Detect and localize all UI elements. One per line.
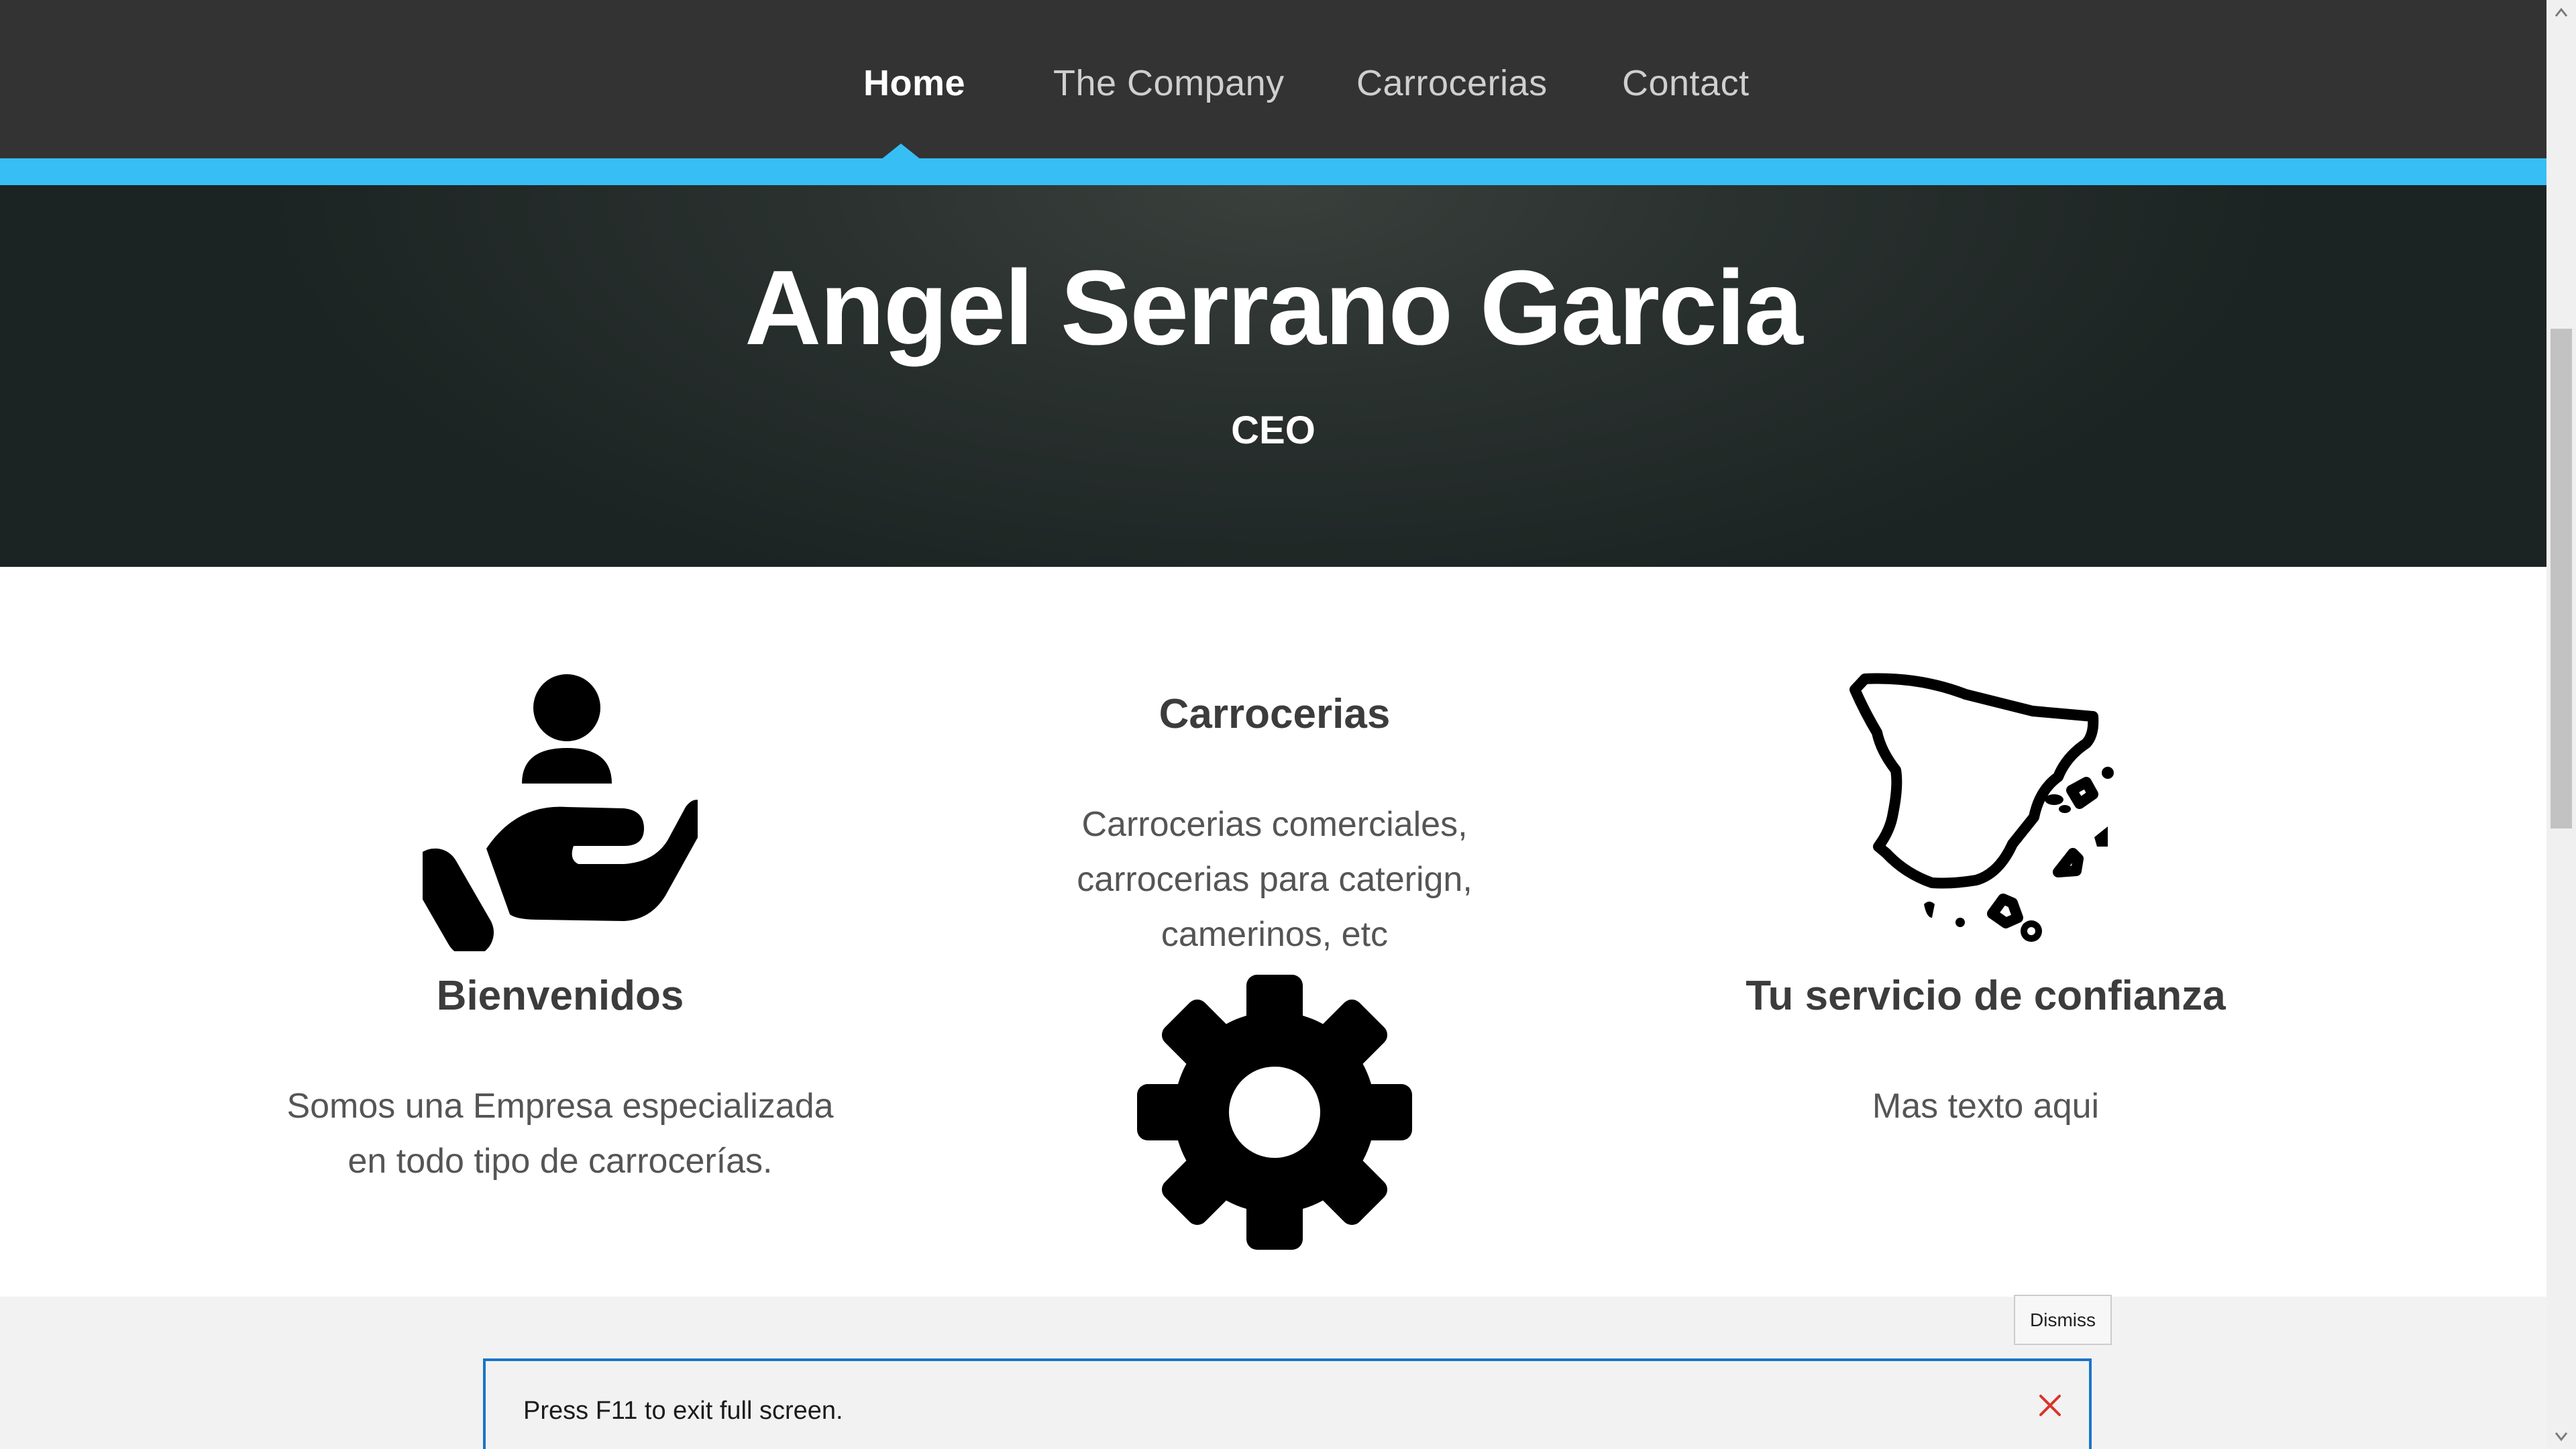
notification-message: Press F11 to exit full screen. xyxy=(523,1397,843,1425)
active-indicator xyxy=(881,144,921,160)
fullscreen-notification: Press F11 to exit full screen. xyxy=(483,1358,2092,1449)
person-in-hand-icon xyxy=(411,673,709,957)
scrollbar-thumb[interactable] xyxy=(2551,329,2572,828)
top-navigation: Home The Company Carrocerias Contact xyxy=(0,0,2546,160)
feature-title-tu-servicio: Tu servicio de confianza xyxy=(1746,973,2226,1019)
feature-text-carrocerias: Carrocerias comerciales, carrocerias par… xyxy=(1077,805,1472,954)
hero-subtitle: CEO xyxy=(1231,409,1316,452)
gear-icon xyxy=(1137,975,1412,1250)
feature-title-bienvenidos: Bienvenidos xyxy=(436,973,684,1019)
nav-item-carrocerias[interactable]: Carrocerias xyxy=(1356,59,1548,107)
nav-item-the-company[interactable]: The Company xyxy=(1053,59,1285,107)
hero-title: Angel Serrano Garcia xyxy=(745,249,1803,367)
scroll-up-arrow-icon[interactable] xyxy=(2546,0,2576,27)
scroll-down-arrow-icon[interactable] xyxy=(2546,1422,2576,1449)
nav-item-contact[interactable]: Contact xyxy=(1622,59,1750,107)
dismiss-button[interactable]: Dismiss xyxy=(2014,1295,2112,1345)
close-icon[interactable] xyxy=(2035,1391,2065,1420)
spain-map-icon xyxy=(1845,671,2133,953)
feature-text-tu-servicio: Mas texto aqui xyxy=(1872,1087,2100,1126)
accent-bar xyxy=(0,158,2546,185)
features-section: Bienvenidos Somos una Empresa especializ… xyxy=(0,567,2546,1297)
vertical-scrollbar[interactable] xyxy=(2546,0,2576,1449)
nav-item-home[interactable]: Home xyxy=(863,59,965,107)
nav-menu: Home The Company Carrocerias Contact xyxy=(0,0,2546,158)
feature-text-bienvenidos: Somos una Empresa especializada en todo … xyxy=(286,1087,834,1181)
feature-title-carrocerias: Carrocerias xyxy=(1159,691,1391,737)
hero-banner: Angel Serrano Garcia CEO xyxy=(0,185,2546,567)
